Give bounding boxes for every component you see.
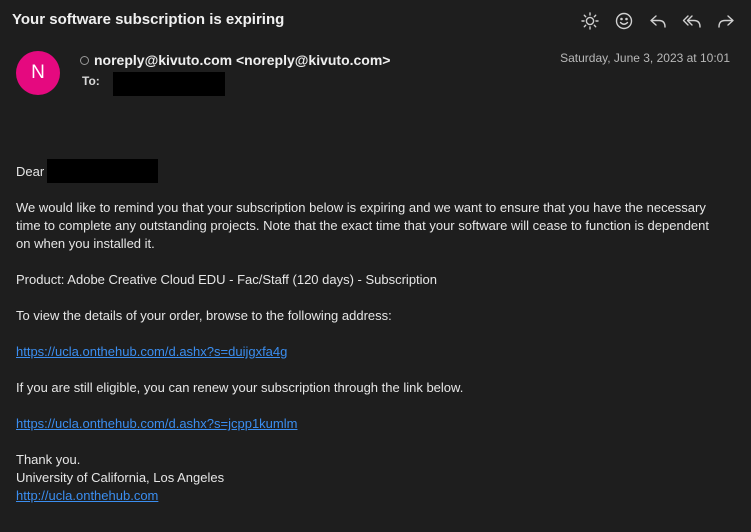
message-header-bar: Your software subscription is expiring (0, 0, 751, 40)
org-name: University of California, Los Angeles (16, 470, 225, 485)
reply-icon[interactable] (647, 10, 669, 32)
redacted-recipient (113, 72, 225, 96)
forward-icon[interactable] (715, 10, 737, 32)
sender-row: noreply@kivuto.com <noreply@kivuto.com> (80, 52, 390, 68)
product-line: Product: Adobe Creative Cloud EDU - Fac/… (16, 272, 438, 287)
reply-all-icon[interactable] (681, 10, 703, 32)
to-label: To: (82, 74, 100, 88)
sender-avatar: N (16, 51, 60, 95)
renew-text: If you are still eligible, you can renew… (16, 380, 464, 395)
redacted-name (47, 159, 158, 183)
renew-link[interactable]: https://ucla.onthehub.com/d.ashx?s=jcpp1… (16, 416, 297, 431)
email-date: Saturday, June 3, 2023 at 10:01 (560, 51, 730, 65)
thanks-text: Thank you. (16, 452, 81, 467)
order-link-line: https://ucla.onthehub.com/d.ashx?s=duijg… (16, 343, 716, 361)
smiley-icon[interactable] (613, 10, 635, 32)
paragraph-reminder: We would like to remind you that your su… (16, 200, 709, 251)
email-window: Your software subscription is expiring N… (0, 0, 751, 532)
brightness-icon[interactable] (579, 10, 601, 32)
sender-address[interactable]: noreply@kivuto.com <noreply@kivuto.com> (94, 52, 390, 68)
order-details-link[interactable]: https://ucla.onthehub.com/d.ashx?s=duijg… (16, 344, 287, 359)
site-link[interactable]: http://ucla.onthehub.com (16, 488, 158, 503)
message-toolbar (579, 10, 737, 32)
view-details-text: To view the details of your order, brows… (16, 308, 392, 323)
recipient-row: To: (82, 74, 100, 88)
status-indicator (80, 55, 89, 65)
site-link-line: http://ucla.onthehub.com (16, 487, 716, 505)
renew-link-line: https://ucla.onthehub.com/d.ashx?s=jcpp1… (16, 415, 716, 433)
email-subject: Your software subscription is expiring (12, 11, 285, 28)
